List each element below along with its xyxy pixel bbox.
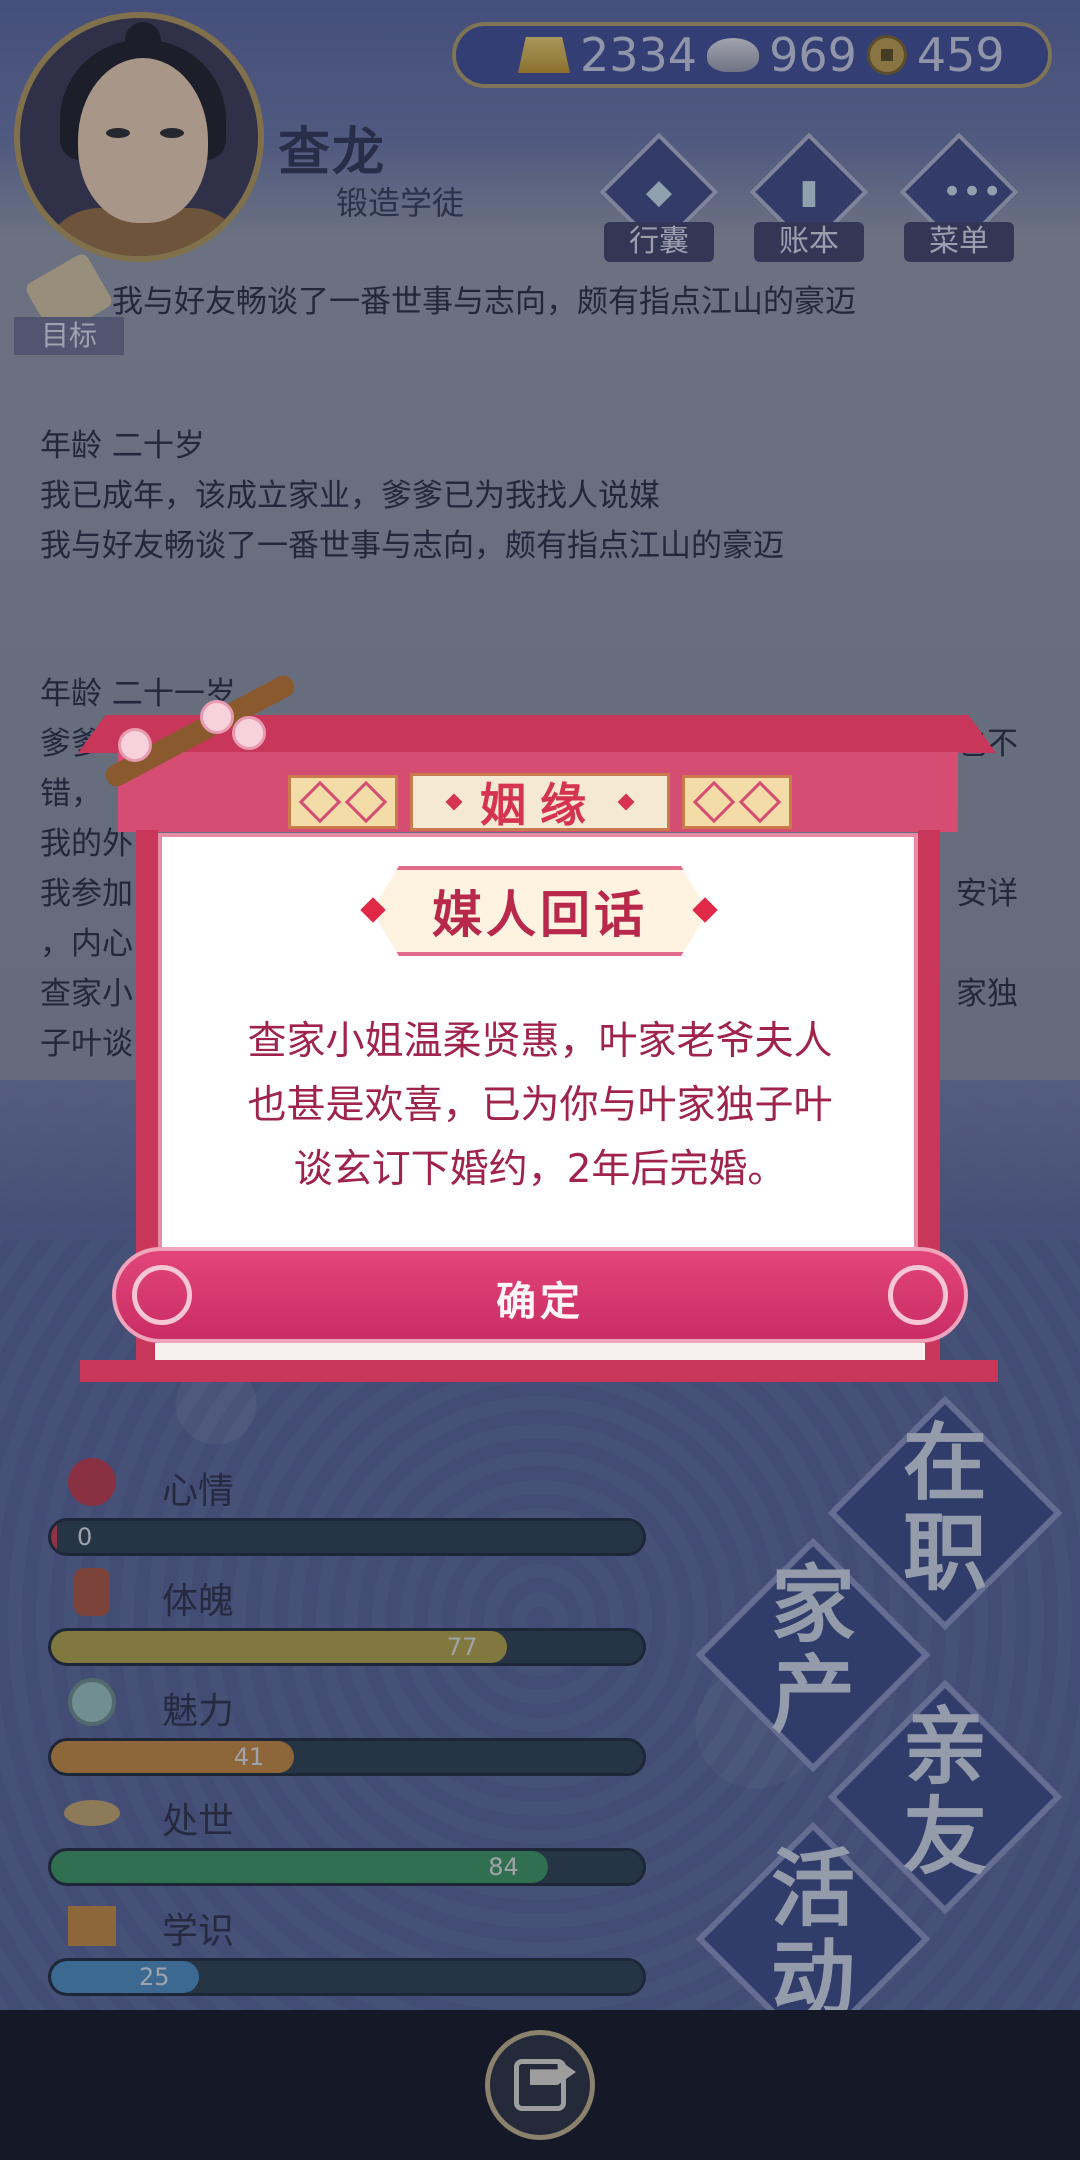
confirm-label: 确定	[496, 1279, 584, 1325]
modal-message-line: 查家小姐温柔贤惠，叶家老爷夫人	[247, 1019, 833, 1064]
plum-blossom-icon	[118, 728, 152, 762]
modal-title-ornament-right	[682, 775, 792, 829]
title-dot-left	[445, 793, 463, 811]
modal-subtitle: 媒人回话	[432, 886, 648, 944]
plum-blossom-icon	[200, 700, 234, 734]
modal-message-line: 谈玄订下婚约，2年后完婚。	[293, 1147, 787, 1192]
modal-title-plate: 姻缘	[410, 773, 670, 832]
diamond-ornament	[738, 780, 782, 824]
modal-message-line: 也甚是欢喜，已为你与叶家独子叶	[247, 1083, 833, 1128]
diamond-ornament	[344, 780, 388, 824]
title-dot-right	[617, 793, 635, 811]
confirm-button[interactable]: 确定	[112, 1247, 968, 1343]
diamond-ornament	[692, 780, 736, 824]
modal-subtitle-plate: 媒人回话	[372, 866, 708, 956]
diamond-ornament	[298, 780, 342, 824]
plum-blossom-icon	[232, 716, 266, 750]
modal-base-strip	[155, 1343, 925, 1361]
modal-base	[80, 1360, 998, 1382]
modal-message: 查家小姐温柔贤惠，叶家老爷夫人 也甚是欢喜，已为你与叶家独子叶 谈玄订下婚约，2…	[190, 1010, 890, 1202]
modal-title: 姻缘	[480, 778, 600, 832]
modal-title-ornament-left	[288, 775, 398, 829]
